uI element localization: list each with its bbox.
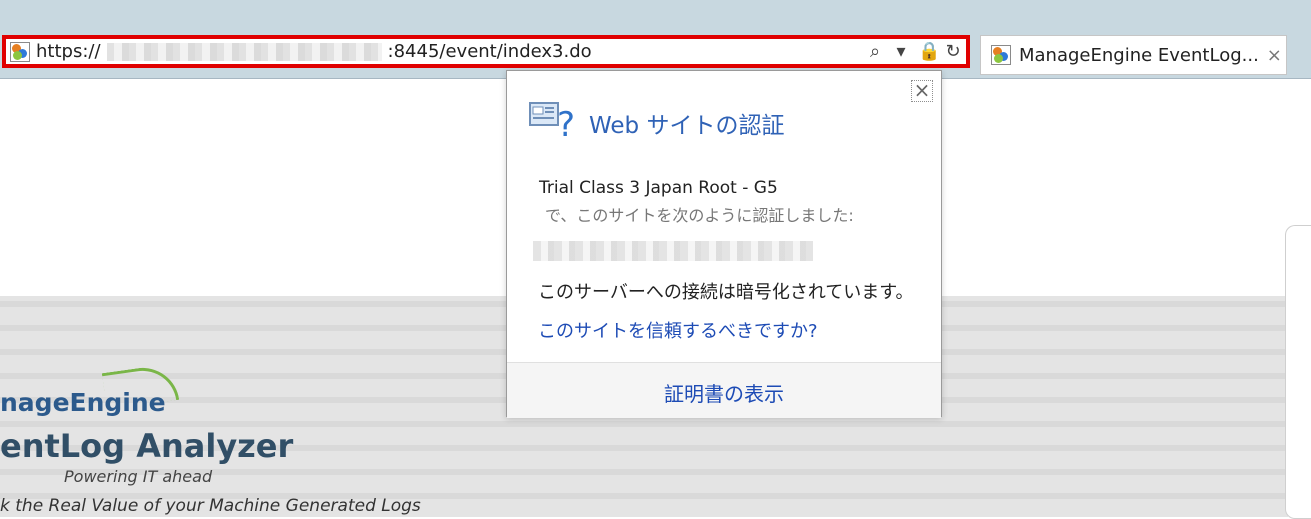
- website-certificate-popup: × ? Web サイトの認証 Trial Class 3 Japan Root …: [506, 70, 942, 418]
- verification-text: で、このサイトを次のように認証しました:: [545, 206, 854, 225]
- redacted-host: [106, 42, 382, 61]
- certificate-question-icon: ?: [529, 102, 575, 140]
- close-icon[interactable]: ×: [911, 80, 933, 102]
- address-url-prefix[interactable]: https://: [36, 41, 101, 62]
- logo-text: nageEngine: [0, 388, 166, 417]
- address-url-suffix[interactable]: :8445/event/index3.do: [388, 41, 592, 62]
- redacted-site-name: [533, 241, 813, 261]
- search-icon[interactable]: ⌕: [866, 42, 884, 61]
- product-title: entLog Analyzer: [0, 427, 294, 465]
- popup-footer: 証明書の表示: [507, 362, 941, 418]
- dropdown-arrow-icon[interactable]: ▾: [892, 42, 910, 61]
- address-bar[interactable]: https:// :8445/event/index3.do ⌕ ▾ 🔒 ↻: [2, 35, 970, 68]
- tab-site-icon: [991, 45, 1011, 65]
- view-certificate-link[interactable]: 証明書の表示: [507, 378, 941, 407]
- site-icon: [10, 41, 30, 62]
- certificate-issuer: Trial Class 3 Japan Root - G5: [539, 178, 778, 198]
- lock-icon[interactable]: 🔒: [918, 42, 940, 61]
- popup-title: Web サイトの認証: [589, 113, 785, 139]
- browser-chrome: https:// :8445/event/index3.do ⌕ ▾ 🔒 ↻ M…: [0, 0, 1311, 79]
- refresh-icon[interactable]: ↻: [944, 42, 962, 61]
- trust-site-link[interactable]: このサイトを信頼するべきですか?: [538, 317, 818, 343]
- encryption-status: このサーバーへの接続は暗号化されています。: [538, 282, 914, 303]
- tab-title[interactable]: ManageEngine EventLog...: [1019, 45, 1259, 66]
- slogan: k the Real Value of your Machine Generat…: [0, 496, 421, 516]
- tagline: Powering IT ahead: [64, 467, 213, 486]
- right-side-panel-edge: [1285, 225, 1311, 519]
- browser-tab[interactable]: ManageEngine EventLog... ×: [980, 35, 1287, 75]
- svg-text:?: ?: [557, 105, 575, 140]
- close-icon[interactable]: ×: [1267, 45, 1282, 66]
